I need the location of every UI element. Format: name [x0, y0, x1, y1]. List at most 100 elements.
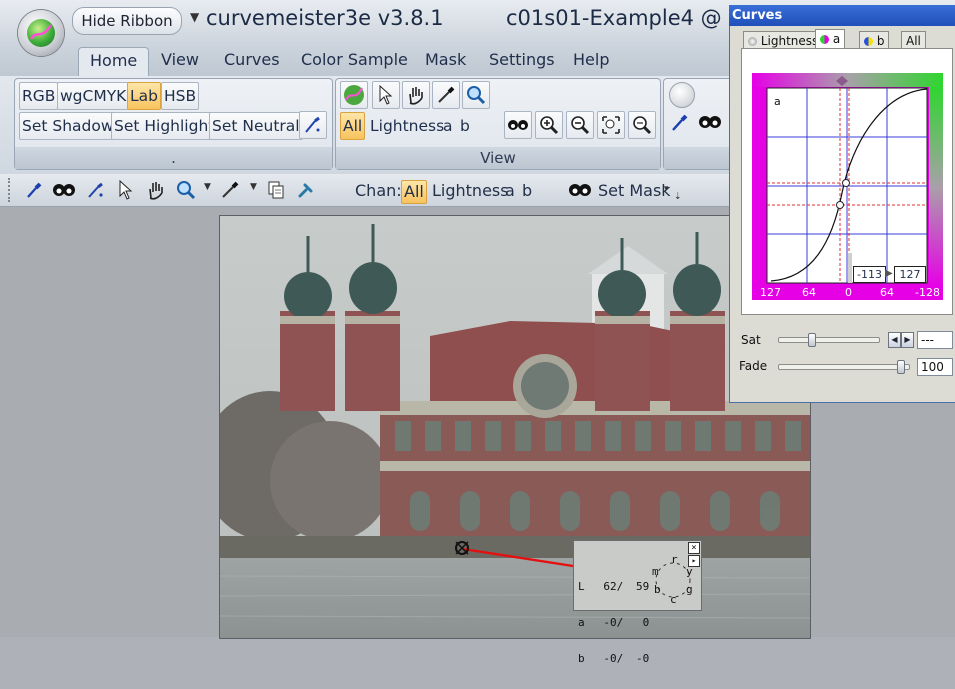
tab-curves[interactable]: Curves	[213, 47, 291, 75]
chan-label: Chan:	[355, 181, 402, 200]
curve-graph[interactable]: a -113 ▶ 127 127 64 0 64 -128	[752, 73, 943, 300]
zoom-icon[interactable]	[462, 81, 490, 109]
curves-tab-a-label: a	[832, 32, 841, 46]
colorspace-lab-button[interactable]: Lab	[127, 82, 161, 110]
pointer-icon[interactable]	[372, 81, 400, 109]
app-menu-button[interactable]	[18, 10, 64, 56]
x-tick: -128	[915, 286, 940, 299]
eyedropper-icon[interactable]	[432, 81, 460, 109]
color-sample-readout[interactable]: × ▸ L 62/59 a -0/0 b -0/-0 r y g c b m	[573, 540, 702, 665]
sat-slider-track[interactable]	[778, 337, 880, 343]
x-tick: 127	[760, 286, 781, 299]
set-mask-icon[interactable]	[568, 178, 592, 202]
mask-icon[interactable]	[504, 111, 532, 139]
app-title: curvemeister3e v3.8.1	[206, 6, 444, 30]
tab-mask[interactable]: Mask	[414, 47, 477, 75]
curves-logo-icon[interactable]	[340, 81, 368, 109]
curve-logo-icon	[29, 24, 53, 40]
x-axis-ticks: 127 64 0 64 -128	[752, 286, 943, 300]
set-mask-button[interactable]: Set Mask	[598, 180, 671, 202]
zoom-actual-icon[interactable]	[628, 111, 656, 139]
toolbar-grip[interactable]	[8, 178, 13, 202]
tab-color-sample[interactable]: Color Sample	[290, 47, 419, 75]
tab-help[interactable]: Help	[562, 47, 620, 75]
link-icon[interactable]	[294, 178, 318, 202]
wheel-g: g	[686, 583, 693, 596]
a-tab-icon	[820, 35, 829, 44]
hand-tool-small-icon[interactable]	[144, 178, 168, 202]
curves-tab-b-label: b	[876, 34, 885, 48]
set-shadow-button[interactable]: Set Shadow	[19, 112, 117, 140]
view-channel-lightness-button[interactable]: Lightness	[367, 112, 447, 140]
lightness-tab-icon	[748, 37, 757, 46]
zoom-tool-icon[interactable]	[174, 178, 198, 202]
colorspace-hsb-button[interactable]: HSB	[161, 82, 200, 110]
sat-decrease-icon[interactable]: ◀	[888, 332, 901, 348]
sat-slider-thumb[interactable]	[808, 333, 816, 347]
curve-input-value[interactable]: -113	[853, 266, 886, 283]
document-title: c01s01-Example4 @ 5	[506, 6, 742, 30]
toolbar-channel-lightness[interactable]: Lightness	[432, 180, 509, 202]
colorspace-wgcmyk-button[interactable]: wgCMYK	[57, 82, 130, 110]
toolbar-overflow-icon[interactable]: ⇣	[674, 192, 682, 202]
document-image[interactable]	[219, 215, 811, 639]
eyedropper-tool-2-icon[interactable]	[218, 178, 242, 202]
partial-eyedropper-icon[interactable]	[668, 112, 690, 138]
zoom-out-icon[interactable]	[566, 111, 594, 139]
tab-home[interactable]: Home	[78, 47, 150, 76]
fade-slider-thumb[interactable]	[897, 360, 905, 374]
color-wheel-indicator: r y g c b m	[650, 553, 696, 606]
wheel-c: c	[670, 593, 677, 606]
toolbar-channel-a[interactable]: a	[505, 180, 515, 202]
mask-tool-icon[interactable]	[52, 178, 76, 202]
fade-slider-track[interactable]	[778, 364, 910, 370]
readout-row-b: b -0/-0	[578, 652, 650, 665]
tab-settings[interactable]: Settings	[478, 47, 566, 75]
zoom-in-icon[interactable]	[535, 111, 563, 139]
set-neutral-button[interactable]: Set Neutral	[209, 112, 303, 140]
wheel-b: b	[654, 583, 661, 596]
readout-values: L 62/59 a -0/0 b -0/-0	[578, 557, 649, 689]
sat-label: Sat	[741, 333, 761, 347]
curves-tab-all-label: All	[906, 34, 921, 48]
sample-tool-icon[interactable]	[84, 178, 108, 202]
view-channel-b-button[interactable]: b	[457, 112, 473, 140]
curves-tab-lightness-label: Lightness	[760, 34, 819, 48]
curve-output-value[interactable]: 127	[894, 266, 926, 283]
hide-ribbon-button[interactable]: Hide Ribbon	[72, 7, 182, 35]
curves-window-title[interactable]: Curves	[729, 5, 955, 26]
set-mask-dropdown-icon[interactable]: ▾	[664, 184, 669, 194]
group-caption-view: View	[336, 147, 660, 169]
view-channel-all-button[interactable]: All	[340, 112, 366, 140]
eyedropper-tool-icon[interactable]	[22, 178, 46, 202]
zoom-fit-icon[interactable]	[597, 111, 625, 139]
tab-view[interactable]: View	[150, 47, 210, 75]
pointer-tool-icon[interactable]	[114, 178, 138, 202]
x-tick: 64	[802, 286, 816, 299]
group-caption: .	[15, 147, 332, 169]
eyedropper-dropdown-icon[interactable]: ▼	[250, 182, 257, 192]
sat-value-field[interactable]: ---	[917, 331, 953, 349]
readout-row-a: a -0/0	[578, 616, 650, 629]
fade-value-field[interactable]: 100	[917, 358, 953, 376]
set-highlight-button[interactable]: Set Highlight	[111, 112, 218, 140]
copy-icon[interactable]	[264, 178, 288, 202]
toolbar-channel-b[interactable]: b	[522, 180, 532, 202]
view-channel-a-button[interactable]: a	[440, 112, 456, 140]
partial-round-button[interactable]	[669, 82, 695, 108]
eyedropper-sample-icon[interactable]	[299, 111, 327, 139]
zoom-dropdown-icon[interactable]: ▼	[204, 182, 211, 192]
quick-access-dropdown-icon[interactable]: ▼	[190, 10, 199, 24]
x-tick: 0	[845, 286, 852, 299]
graph-channel-label: a	[774, 95, 781, 108]
b-tab-icon	[864, 37, 873, 46]
partial-mask-icon[interactable]	[698, 114, 722, 134]
readout-row-l: L 62/59	[578, 580, 650, 593]
wheel-m: m	[652, 565, 659, 578]
hand-tool-icon[interactable]	[402, 81, 430, 109]
sat-increase-icon[interactable]: ▶	[901, 332, 914, 348]
wheel-y: y	[686, 565, 693, 578]
toolbar-channel-all[interactable]: All	[401, 180, 427, 204]
colorspace-rgb-button[interactable]: RGB	[19, 82, 59, 110]
fade-label: Fade	[739, 359, 768, 373]
